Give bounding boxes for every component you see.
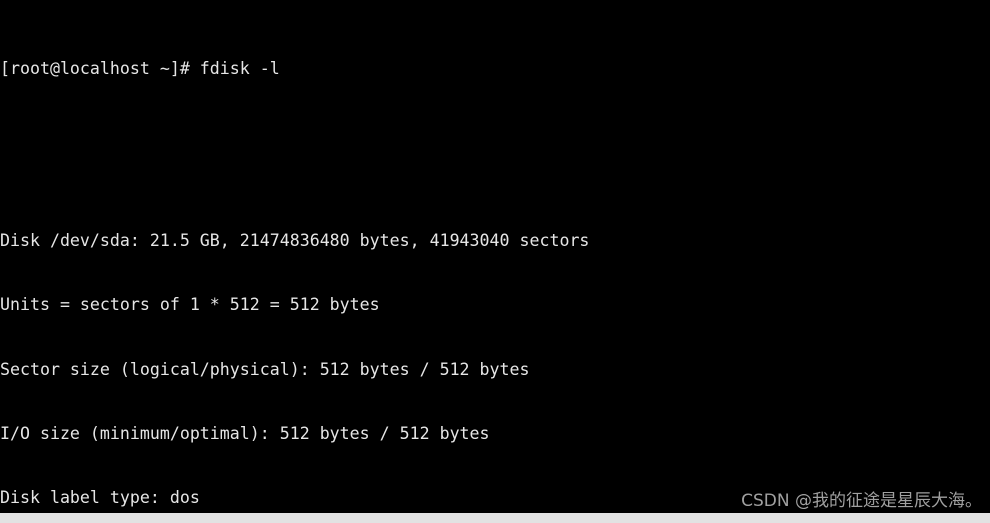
terminal-window[interactable]: [root@localhost ~]# fdisk -l Disk /dev/s… xyxy=(0,0,990,513)
prompt-command-fdisk: [root@localhost ~]# fdisk -l xyxy=(0,59,280,79)
disk-sda-sector-size: Sector size (logical/physical): 512 byte… xyxy=(0,359,530,379)
screenshot-root: [root@localhost ~]# fdisk -l Disk /dev/s… xyxy=(0,0,990,523)
disk-sda-label-type: Disk label type: dos xyxy=(0,488,200,508)
disk-sda-units: Units = sectors of 1 * 512 = 512 bytes xyxy=(0,295,380,315)
disk-sda-summary: Disk /dev/sda: 21.5 GB, 21474836480 byte… xyxy=(0,230,590,250)
disk-sda-io-size: I/O size (minimum/optimal): 512 bytes / … xyxy=(0,423,490,443)
csdn-watermark: CSDN @我的征途是星辰大海。 xyxy=(741,491,982,511)
bottom-strip xyxy=(0,513,990,523)
command-prompt-line: [root@localhost ~]# fdisk -l xyxy=(0,58,759,79)
terminal-output: [root@localhost ~]# fdisk -l Disk /dev/s… xyxy=(0,0,759,513)
